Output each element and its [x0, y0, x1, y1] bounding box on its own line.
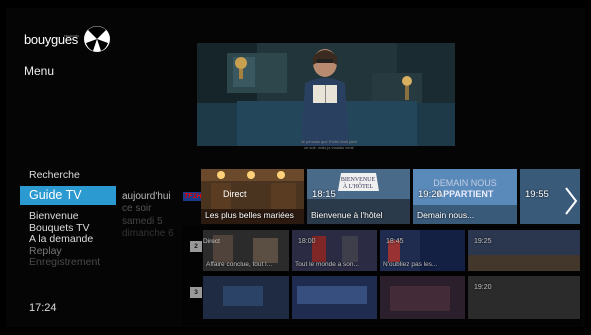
- program-tile[interactable]: DEMAIN NOUS APPARTIENT 19:20 Demain nous…: [413, 169, 517, 224]
- show-sign-line-2: APPARTIENT: [437, 189, 494, 199]
- program-thumbnail: [203, 276, 289, 319]
- direct-label: Direct: [203, 238, 220, 245]
- program-tile[interactable]: 18:00 Tout le monde a son...: [292, 230, 377, 271]
- program-thumbnail: [292, 276, 377, 319]
- program-title: Les plus belles mariées: [205, 210, 294, 220]
- nav-enregistrement[interactable]: Enregistrement: [29, 256, 100, 269]
- nav-list: Bienvenue Bouquets TV A la demande Repla…: [29, 210, 100, 269]
- nav-bienvenue[interactable]: Bienvenue: [29, 210, 100, 223]
- program-tile[interactable]: 19:20: [468, 276, 580, 319]
- day-today[interactable]: aujourd'hui: [122, 191, 174, 203]
- program-tile[interactable]: 19:25: [468, 230, 580, 271]
- chevron-right-icon[interactable]: [563, 186, 579, 216]
- program-tile[interactable]: BIENVENUE À L'HÔTEL 18:15 Bienvenue à l'…: [307, 169, 410, 224]
- menu-title: Menu: [24, 64, 55, 78]
- program-time: 19:25: [474, 238, 492, 245]
- tf1-channel-logo: TF1HD: [183, 192, 207, 201]
- program-time: 18:00: [298, 238, 316, 245]
- hotel-sign-line-1: BIENVENUE: [341, 177, 376, 183]
- program-time: 19:20: [418, 189, 442, 200]
- program-thumbnail: [468, 230, 580, 271]
- tf1-logo-text: TF1: [184, 193, 197, 200]
- program-thumbnail: [380, 276, 465, 319]
- program-tile[interactable]: [292, 276, 377, 319]
- bouygues-logo-icon: [83, 26, 110, 52]
- show-sign-line-1: DEMAIN NOUS: [433, 178, 497, 188]
- program-title: N'oubliez pas les...: [383, 261, 438, 268]
- program-title: Bienvenue à l'hôtel: [311, 210, 383, 220]
- day-saturday[interactable]: samedi 5: [122, 216, 174, 228]
- day-selector: aujourd'hui ce soir samedi 5 dimanche 6: [122, 191, 174, 241]
- brand: bouygues: [24, 24, 112, 54]
- nav-guide-tv[interactable]: Guide TV: [20, 186, 116, 205]
- program-thumbnail: [468, 276, 580, 319]
- subtitle-line-2: ce soir, mais je voulais venir: [304, 145, 354, 150]
- brand-sub: TELECOM: [64, 34, 79, 38]
- program-tile[interactable]: [203, 276, 289, 319]
- channel-number-3: 3: [190, 287, 202, 298]
- program-time: 18:15: [312, 189, 336, 200]
- clock: 17:24: [29, 302, 57, 314]
- program-time: 19:20: [474, 284, 492, 291]
- hotel-sign-line-2: À L'HÔTEL: [343, 182, 374, 190]
- direct-label: Direct: [223, 189, 247, 199]
- day-tonight[interactable]: ce soir: [122, 203, 174, 215]
- program-title: Demain nous...: [417, 210, 475, 220]
- program-tile[interactable]: [380, 276, 465, 319]
- subtitles: Je pensais que l'hôtel était plein ce so…: [195, 139, 463, 151]
- tv-screen: bouygues TELECOM Menu Je pensais que l'h…: [0, 0, 591, 335]
- live-video-preview[interactable]: [197, 43, 455, 146]
- program-time: 18:45: [386, 238, 404, 245]
- program-tile[interactable]: 18:45 N'oubliez pas les...: [380, 230, 465, 271]
- nav-a-la-demande[interactable]: A la demande: [29, 233, 100, 246]
- nav-search[interactable]: Recherche: [29, 169, 80, 182]
- day-sunday[interactable]: dimanche 6: [122, 228, 174, 240]
- video-frame: [197, 43, 455, 146]
- channel-number-2: 2: [190, 241, 202, 252]
- program-tile[interactable]: Direct Affaire conclue, tout l...: [203, 230, 289, 271]
- program-time: 19:55: [525, 189, 549, 200]
- program-tile[interactable]: Direct Les plus belles mariées: [201, 169, 304, 224]
- program-title: Tout le monde a son...: [295, 261, 359, 268]
- program-title: Affaire conclue, tout l...: [206, 261, 272, 268]
